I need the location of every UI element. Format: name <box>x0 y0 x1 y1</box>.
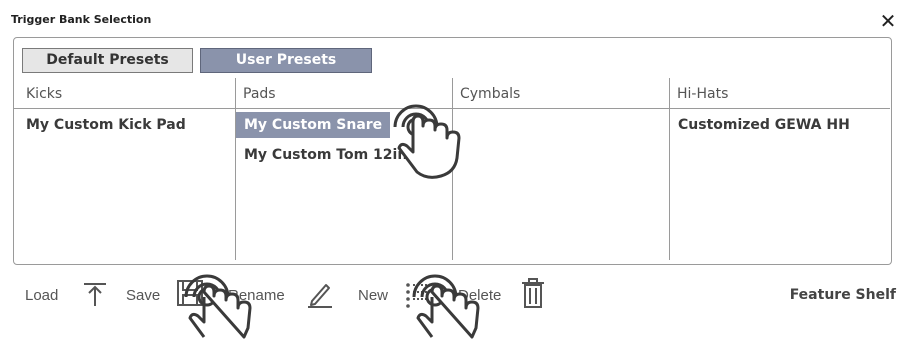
load-button[interactable]: Load <box>25 287 58 304</box>
trash-icon[interactable] <box>520 278 546 308</box>
column-header-kicks: Kicks <box>26 86 63 102</box>
feature-shelf-button[interactable]: Feature Shelf <box>790 287 896 303</box>
list-item-pad[interactable]: My Custom Tom 12in <box>244 147 407 163</box>
header-divider <box>14 108 890 109</box>
list-item-pad-selected[interactable]: My Custom Snare <box>236 112 391 138</box>
list-item-kick[interactable]: My Custom Kick Pad <box>26 117 186 133</box>
column-divider <box>669 78 670 260</box>
column-header-cymbals: Cymbals <box>460 86 521 102</box>
rename-button[interactable]: Rename <box>228 287 285 304</box>
close-icon[interactable]: ✕ <box>878 11 898 31</box>
dialog-title: Trigger Bank Selection <box>11 13 152 26</box>
new-list-icon[interactable] <box>404 280 432 308</box>
delete-button[interactable]: Delete <box>458 287 501 304</box>
upload-icon[interactable] <box>82 281 108 307</box>
pencil-icon[interactable] <box>306 280 334 308</box>
save-disk-icon[interactable] <box>176 279 204 307</box>
new-button[interactable]: New <box>358 287 388 304</box>
list-item-hihat[interactable]: Customized GEWA HH <box>678 117 850 133</box>
tab-user-presets[interactable]: User Presets <box>200 48 372 73</box>
presets-panel: Default Presets User Presets Kicks Pads … <box>13 37 892 265</box>
column-header-hihats: Hi-Hats <box>677 86 729 102</box>
trigger-bank-dialog: Trigger Bank Selection ✕ Default Presets… <box>0 0 906 339</box>
tab-default-presets[interactable]: Default Presets <box>22 48 193 73</box>
column-divider <box>452 78 453 260</box>
column-divider <box>235 78 236 260</box>
save-button[interactable]: Save <box>126 287 160 304</box>
bottom-toolbar: Load Save Rename New Delete Feature Shel… <box>0 270 906 320</box>
column-header-pads: Pads <box>243 86 276 102</box>
